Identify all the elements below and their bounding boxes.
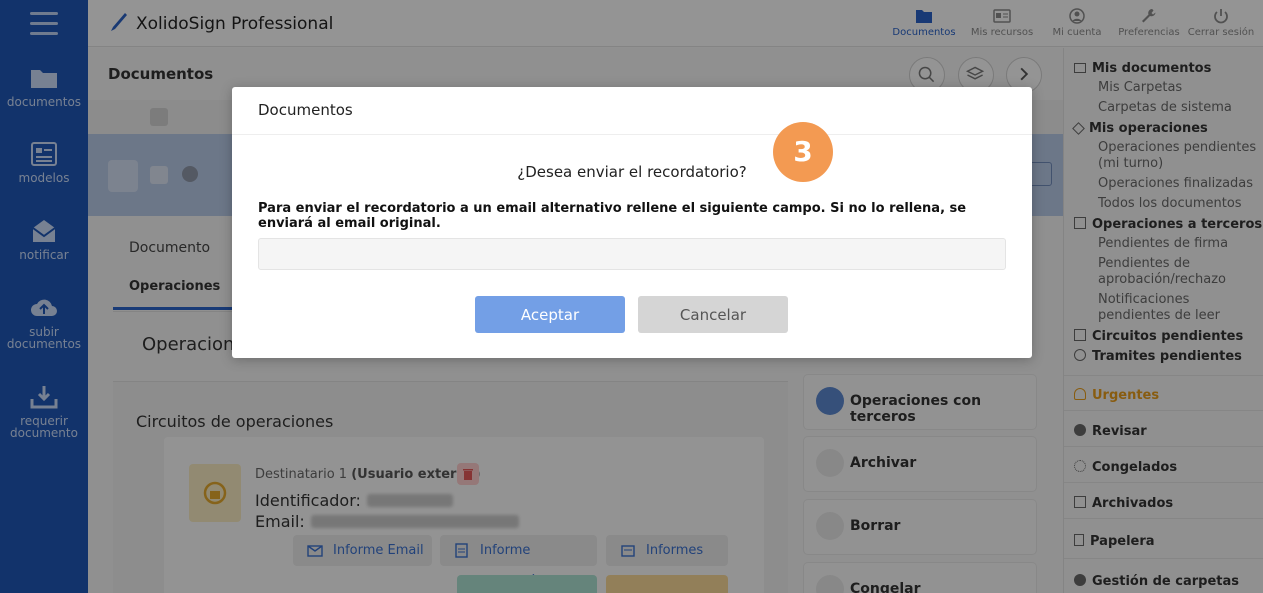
accept-button[interactable]: Aceptar bbox=[475, 296, 625, 333]
dialog-title: Documentos bbox=[258, 101, 353, 119]
app-window: documentos modelos notificar subir docum… bbox=[0, 0, 1263, 593]
alternate-email-input[interactable] bbox=[258, 238, 1006, 270]
step-number-badge: 3 bbox=[773, 122, 833, 182]
dialog-question: ¿Desea enviar el recordatorio? bbox=[517, 163, 747, 181]
dialog-instructions: Para enviar el recordatorio a un email a… bbox=[258, 201, 967, 231]
dialog-header: Documentos bbox=[232, 87, 1032, 135]
cancel-button[interactable]: Cancelar bbox=[638, 296, 788, 333]
reminder-dialog: Documentos ¿Desea enviar el recordatorio… bbox=[232, 87, 1032, 358]
